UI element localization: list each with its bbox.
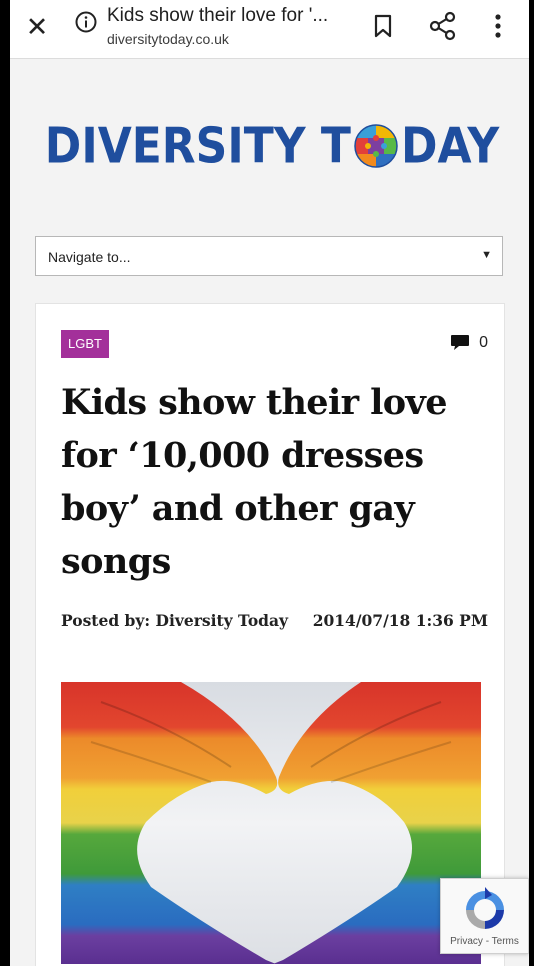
logo-text-right: DAY xyxy=(400,117,500,175)
close-icon[interactable]: ✕ xyxy=(22,12,52,42)
browser-screen: ✕ Kids show their love for '... diversit… xyxy=(10,0,529,966)
comment-icon xyxy=(451,335,470,350)
article-date: 2014/07/18 1:36 PM xyxy=(312,611,488,630)
article-card: LGBT 0 Kids show their love for ‘10,000 … xyxy=(35,303,505,966)
tab-title[interactable]: Kids show their love for '... xyxy=(107,5,367,27)
caret-down-icon: ▼ xyxy=(481,249,492,261)
recaptcha-icon xyxy=(466,887,504,929)
bookmark-icon[interactable] xyxy=(372,14,394,38)
recaptcha-links[interactable]: Privacy - Terms xyxy=(441,936,528,947)
recaptcha-badge[interactable]: Privacy - Terms xyxy=(440,878,529,954)
browser-toolbar: ✕ Kids show their love for '... diversit… xyxy=(10,0,529,59)
page-url[interactable]: diversitytoday.co.uk xyxy=(107,31,229,47)
site-logo[interactable]: DIVERSITY T DAY xyxy=(32,106,512,186)
logo-text-left: DIVERSITY T xyxy=(44,117,351,175)
puzzle-globe-icon xyxy=(353,123,399,169)
article-title: Kids show their love for ‘10,000 dresses… xyxy=(61,382,448,582)
comment-count: 0 xyxy=(479,334,488,351)
navigate-select-value: Navigate to... xyxy=(48,249,131,265)
share-icon[interactable] xyxy=(428,11,458,41)
comment-counter[interactable]: 0 xyxy=(450,334,488,352)
article-author: Posted by: Diversity Today xyxy=(61,611,289,630)
navigate-select[interactable]: Navigate to... ▼ xyxy=(35,236,503,276)
more-vert-icon[interactable] xyxy=(488,12,508,40)
article-hero-image[interactable] xyxy=(61,682,481,964)
info-icon[interactable] xyxy=(74,10,98,34)
category-badge[interactable]: LGBT xyxy=(61,330,109,358)
